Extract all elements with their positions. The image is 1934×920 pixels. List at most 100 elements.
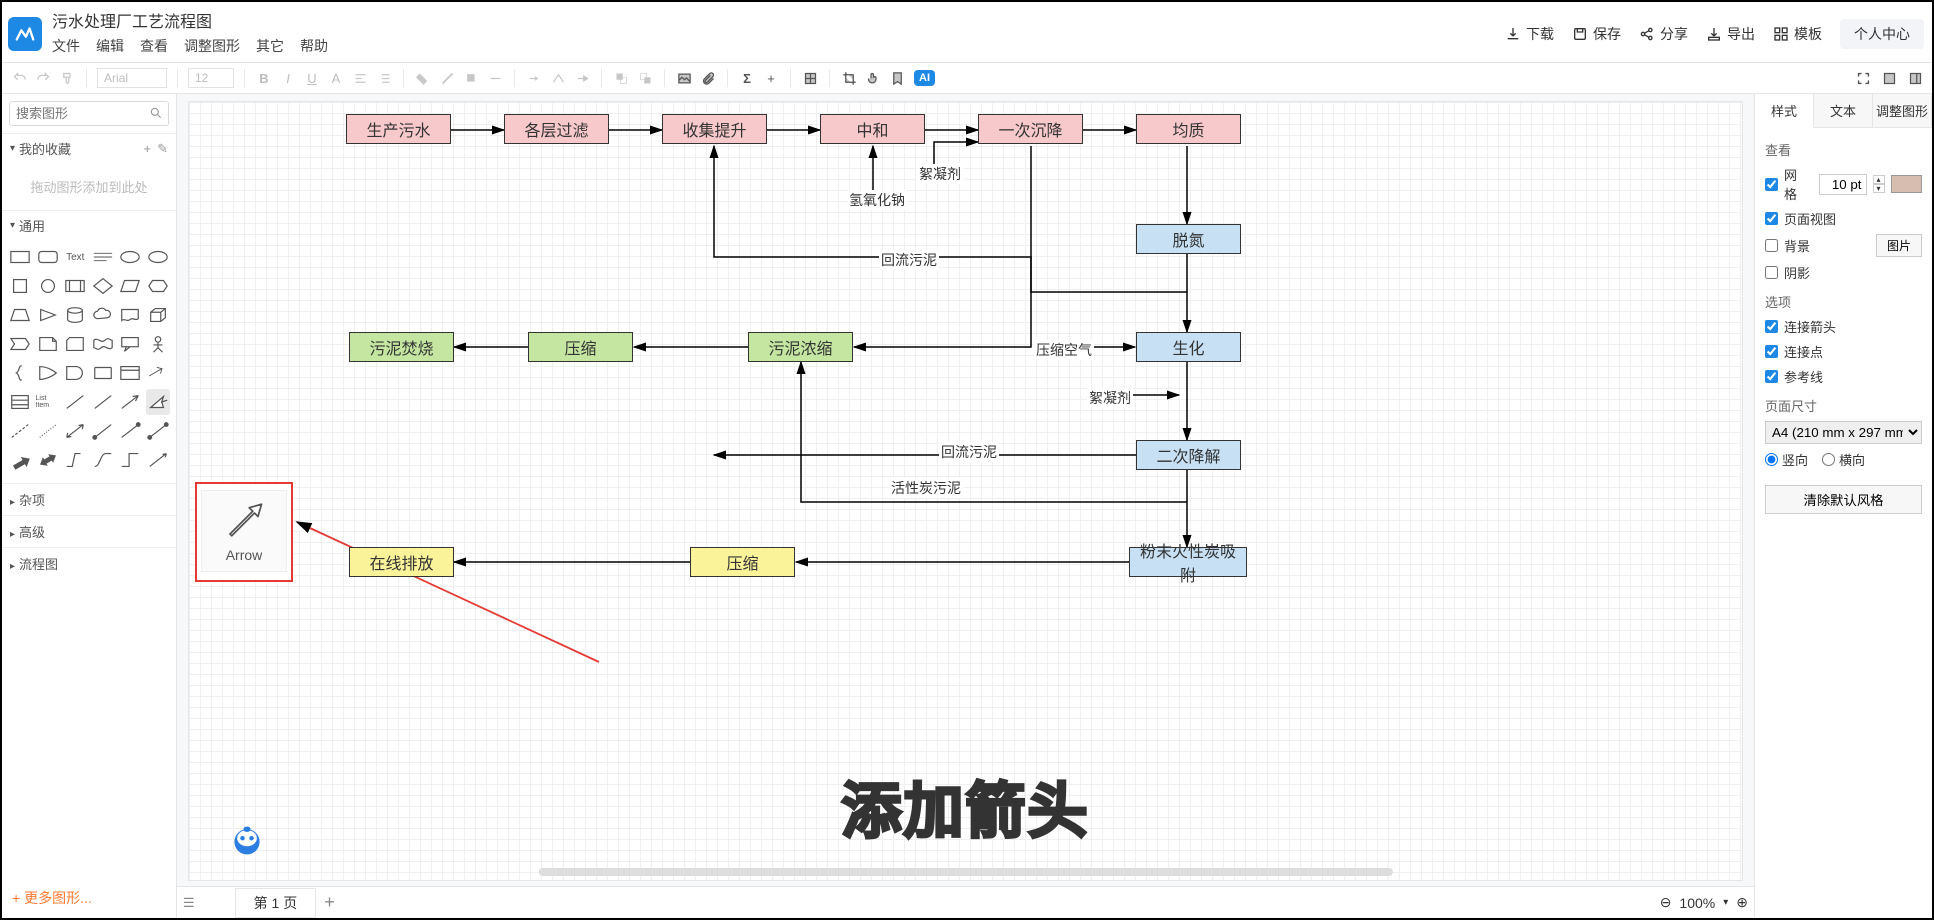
node-carbon-adsorb[interactable]: 粉末火性炭吸附 <box>1129 547 1247 577</box>
shape-bi-arrow[interactable] <box>63 418 88 444</box>
shape-note[interactable] <box>36 331 61 357</box>
underline-icon[interactable]: U <box>303 69 321 87</box>
fontsize-combo[interactable]: 12 <box>188 68 234 88</box>
shape-trapezoid[interactable] <box>8 302 33 328</box>
shape-container[interactable] <box>118 360 143 386</box>
grid-color-swatch[interactable] <box>1891 175 1923 193</box>
node-homogenize[interactable]: 均质 <box>1136 114 1241 144</box>
plus-icon[interactable]: + <box>762 69 780 87</box>
shape-hexagon[interactable] <box>146 273 171 299</box>
category-general[interactable]: ▾ 通用 <box>2 210 176 240</box>
shape-thick-arrow1[interactable] <box>8 447 33 473</box>
clear-default-style-button[interactable]: 清除默认风格 <box>1765 485 1922 514</box>
tab-text[interactable]: 文本 <box>1814 94 1873 128</box>
shape-or[interactable] <box>36 360 61 386</box>
shape-card[interactable] <box>63 331 88 357</box>
tab-style[interactable]: 样式 <box>1755 94 1814 128</box>
shape-conn2[interactable] <box>118 418 143 444</box>
checkbox-shadow[interactable] <box>1765 266 1778 279</box>
grid-size-input[interactable] <box>1819 174 1867 195</box>
image-icon[interactable] <box>675 69 693 87</box>
zoom-out-icon[interactable]: ⊖ <box>1660 894 1672 911</box>
sigma-icon[interactable]: Σ <box>738 69 756 87</box>
shape-dash-line[interactable] <box>8 418 33 444</box>
document-title[interactable]: 污水处理厂工艺流程图 <box>52 6 328 34</box>
search-input[interactable] <box>9 101 169 126</box>
shape-step[interactable] <box>8 331 33 357</box>
undo-icon[interactable] <box>10 69 28 87</box>
shape-textbox[interactable] <box>91 244 116 270</box>
line-color-icon[interactable] <box>438 69 456 87</box>
shape-arrow-selected[interactable] <box>146 389 171 415</box>
horizontal-scrollbar[interactable] <box>538 868 1392 876</box>
node-biochem[interactable]: 生化 <box>1136 332 1241 362</box>
shape-cylinder[interactable] <box>63 302 88 328</box>
shape-conn1[interactable] <box>91 418 116 444</box>
ai-button[interactable]: AI <box>914 70 935 86</box>
save-button[interactable]: 保存 <box>1572 24 1621 44</box>
shape-document[interactable] <box>118 302 143 328</box>
pagesize-select[interactable]: A4 (210 mm x 297 mm) <box>1765 421 1922 444</box>
shape-cloud[interactable] <box>91 302 116 328</box>
radio-portrait[interactable] <box>1765 453 1778 466</box>
menu-extras[interactable]: 其它 <box>256 36 284 56</box>
shape-ellipse2[interactable] <box>146 244 171 270</box>
shape-cube[interactable] <box>146 302 171 328</box>
personal-center-button[interactable]: 个人中心 <box>1840 19 1924 49</box>
category-favorites[interactable]: ▾ 我的收藏 +✎ <box>2 133 176 163</box>
shape-parallelogram[interactable] <box>118 273 143 299</box>
node-denitrify[interactable]: 脱氮 <box>1136 224 1241 254</box>
node-raw-sewage[interactable]: 生产污水 <box>346 114 451 144</box>
shape-triangle[interactable] <box>36 302 61 328</box>
node-discharge[interactable]: 在线排放 <box>349 547 454 577</box>
checkbox-guide[interactable] <box>1765 370 1778 383</box>
connector-icon[interactable] <box>525 69 543 87</box>
canvas[interactable]: 生产污水 各层过滤 收集提升 中和 一次沉降 均质 脱氮 生化 二次降解 粉末火… <box>189 102 1742 880</box>
shape-rect[interactable] <box>8 244 33 270</box>
shape-text[interactable]: Text <box>63 244 88 270</box>
format-panel-icon[interactable] <box>1906 69 1924 87</box>
menu-help[interactable]: 帮助 <box>300 36 328 56</box>
shape-tape[interactable] <box>91 331 116 357</box>
shape-line-arrow[interactable] <box>118 389 143 415</box>
share-button[interactable]: 分享 <box>1639 24 1688 44</box>
node-compress-1[interactable]: 压缩 <box>528 332 633 362</box>
italic-icon[interactable]: I <box>279 69 297 87</box>
font-combo[interactable]: Arial <box>97 68 167 88</box>
node-collect-lift[interactable]: 收集提升 <box>662 114 767 144</box>
to-front-icon[interactable] <box>612 69 630 87</box>
shape-actor[interactable] <box>146 331 171 357</box>
shape-rounded-rect[interactable] <box>36 244 61 270</box>
category-advanced[interactable]: ▸高级 <box>2 515 176 547</box>
node-compress-2[interactable]: 压缩 <box>690 547 795 577</box>
export-button[interactable]: 导出 <box>1706 24 1755 44</box>
shadow-icon[interactable] <box>462 69 480 87</box>
edit-icon[interactable]: ✎ <box>157 141 168 157</box>
zoom-dropdown-icon[interactable]: ▾ <box>1723 897 1728 908</box>
checkbox-grid[interactable] <box>1765 178 1778 191</box>
checkbox-conn-arrow[interactable] <box>1765 320 1778 333</box>
pages-menu-icon[interactable]: ☰ <box>183 895 195 911</box>
shape-arrow-thin[interactable] <box>146 360 171 386</box>
list-icon[interactable] <box>375 69 393 87</box>
node-incinerate[interactable]: 污泥焚烧 <box>349 332 454 362</box>
waypoint-icon[interactable] <box>549 69 567 87</box>
menu-edit[interactable]: 编辑 <box>96 36 124 56</box>
shape-square[interactable] <box>8 273 33 299</box>
checkbox-pageview[interactable] <box>1765 212 1778 225</box>
template-button[interactable]: 模板 <box>1773 24 1822 44</box>
shape-link4[interactable] <box>146 447 171 473</box>
download-button[interactable]: 下载 <box>1505 24 1554 44</box>
line-style-icon[interactable] <box>486 69 504 87</box>
node-primary-settle[interactable]: 一次沉降 <box>978 114 1083 144</box>
shape-link1[interactable] <box>63 447 88 473</box>
zoom-level[interactable]: 100% <box>1679 895 1715 911</box>
shape-link2[interactable] <box>91 447 116 473</box>
page-tab-1[interactable]: 第 1 页 <box>235 888 317 918</box>
menu-view[interactable]: 查看 <box>140 36 168 56</box>
shape-ellipse[interactable] <box>118 244 143 270</box>
hand-icon[interactable] <box>864 69 882 87</box>
radio-landscape[interactable] <box>1822 453 1835 466</box>
add-icon[interactable]: + <box>144 141 152 157</box>
menu-file[interactable]: 文件 <box>52 36 80 56</box>
